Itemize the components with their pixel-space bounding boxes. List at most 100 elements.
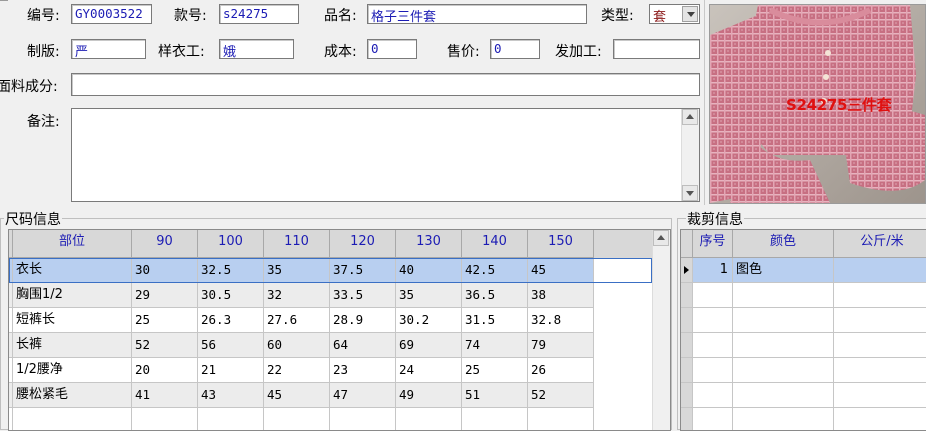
size-table-cell[interactable]: 32	[264, 283, 330, 308]
price-field[interactable]: 0	[490, 39, 540, 59]
name-field[interactable]: 格子三件套	[367, 4, 587, 24]
size-header-cell[interactable]: 110	[264, 230, 330, 258]
size-empty-cell	[396, 408, 462, 430]
size-table[interactable]: 部位 90 100 110 120 130 140 150 衣长 30 32.5 35 37.5 40 42…	[8, 229, 671, 431]
chevron-down-icon[interactable]	[682, 6, 698, 22]
sample-label: 样衣工:	[158, 44, 205, 60]
cut-empty-cell	[834, 283, 926, 308]
size-table-cell[interactable]: 胸围1/2	[13, 283, 132, 308]
no-field[interactable]: GY0003522	[71, 4, 152, 24]
cut-table-cell[interactable]: 图色	[733, 258, 834, 283]
size-header-cell[interactable]: 部位	[13, 230, 132, 258]
size-table-cell[interactable]: 60	[264, 333, 330, 358]
size-table-cell[interactable]: 23	[330, 358, 396, 383]
size-table-cell[interactable]: 43	[198, 383, 264, 408]
size-table-cell[interactable]: 45	[528, 258, 594, 283]
product-photo[interactable]: S24275三件套	[709, 4, 926, 204]
remark-scrollbar[interactable]	[681, 109, 699, 201]
process-field[interactable]	[613, 39, 700, 59]
sample-field[interactable]: 娥	[219, 39, 294, 59]
size-table-cell[interactable]: 26.3	[198, 308, 264, 333]
size-table-cell[interactable]: 35	[396, 283, 462, 308]
size-table-cell[interactable]: 52	[528, 383, 594, 408]
scroll-up-icon[interactable]	[682, 109, 698, 125]
remark-textarea[interactable]	[71, 108, 700, 202]
size-table-cell[interactable]: 49	[396, 383, 462, 408]
size-table-cell[interactable]: 32.8	[528, 308, 594, 333]
size-header-cell[interactable]: 150	[528, 230, 594, 258]
size-table-cell[interactable]: 32.5	[198, 258, 264, 283]
size-table-cell[interactable]: 52	[132, 333, 198, 358]
size-table-cell[interactable]: 27.6	[264, 308, 330, 333]
remark-label: 备注:	[27, 114, 60, 130]
size-table-cell[interactable]: 30.2	[396, 308, 462, 333]
size-header-cell[interactable]: 140	[462, 230, 528, 258]
size-table-cell[interactable]: 22	[264, 358, 330, 383]
cut-empty-cell	[733, 333, 834, 358]
style-field[interactable]: s24275	[219, 4, 299, 24]
size-table-cell[interactable]: 21	[198, 358, 264, 383]
size-table-cell[interactable]: 短裤长	[13, 308, 132, 333]
cut-table-cell[interactable]	[834, 258, 926, 283]
plate-field[interactable]: 严	[71, 39, 146, 59]
size-table-cell[interactable]: 64	[330, 333, 396, 358]
size-empty-cell	[462, 408, 528, 430]
cut-empty-cell	[733, 358, 834, 383]
size-table-cell[interactable]: 25	[132, 308, 198, 333]
size-header-cell[interactable]: 120	[330, 230, 396, 258]
size-table-cell[interactable]: 47	[330, 383, 396, 408]
fabric-field[interactable]	[71, 73, 700, 96]
size-table-cell[interactable]: 51	[462, 383, 528, 408]
size-header-cell[interactable]: 100	[198, 230, 264, 258]
size-table-cell[interactable]: 24	[396, 358, 462, 383]
size-table-cell[interactable]: 29	[132, 283, 198, 308]
size-table-cell[interactable]: 38	[528, 283, 594, 308]
cut-empty-cell	[693, 358, 733, 383]
scroll-down-icon[interactable]	[682, 185, 698, 201]
size-table-cell[interactable]: 69	[396, 333, 462, 358]
size-table-cell[interactable]: 腰松紧毛	[13, 383, 132, 408]
scroll-up-icon[interactable]	[653, 230, 669, 246]
size-table-cell[interactable]: 30	[132, 258, 198, 283]
size-table-cell[interactable]: 40	[396, 258, 462, 283]
size-table-cell[interactable]: 36.5	[462, 283, 528, 308]
size-table-cell[interactable]: 41	[132, 383, 198, 408]
size-table-cell[interactable]: 42.5	[462, 258, 528, 283]
size-table-cell[interactable]: 79	[528, 333, 594, 358]
cut-header-cell[interactable]: 序号	[693, 230, 733, 258]
size-table-cell[interactable]: 45	[264, 383, 330, 408]
size-empty-cell	[13, 408, 132, 430]
size-table-cell[interactable]: 56	[198, 333, 264, 358]
name-label: 品名:	[324, 8, 357, 24]
size-table-cell[interactable]: 30.5	[198, 283, 264, 308]
size-table-cell[interactable]: 35	[264, 258, 330, 283]
cut-table-cell[interactable]: 1	[693, 258, 733, 283]
size-table-cell[interactable]: 25	[462, 358, 528, 383]
cut-empty-cell	[733, 383, 834, 408]
size-table-cell[interactable]: 33.5	[330, 283, 396, 308]
size-header-cell[interactable]: 130	[396, 230, 462, 258]
size-empty-cell	[264, 408, 330, 430]
size-table-scrollbar[interactable]	[652, 230, 670, 430]
size-table-cell[interactable]: 37.5	[330, 258, 396, 283]
type-select[interactable]: 套	[649, 4, 700, 25]
cut-empty-cell	[693, 308, 733, 333]
size-header-cell[interactable]: 90	[132, 230, 198, 258]
cut-empty-cell	[834, 333, 926, 358]
size-table-cell[interactable]: 20	[132, 358, 198, 383]
cut-header-cell[interactable]: 颜色	[733, 230, 834, 258]
size-table-cell[interactable]: 长裤	[13, 333, 132, 358]
size-table-cell[interactable]: 1/2腰净	[13, 358, 132, 383]
size-table-cell[interactable]: 26	[528, 358, 594, 383]
size-table-cell[interactable]: 28.9	[330, 308, 396, 333]
size-empty-cell	[528, 408, 594, 430]
cost-field[interactable]: 0	[367, 39, 417, 59]
cost-label: 成本:	[324, 44, 357, 60]
cut-table[interactable]: 序号 颜色 公斤/米 1 图色	[680, 229, 926, 431]
cut-header-cell[interactable]: 公斤/米	[834, 230, 926, 258]
size-table-cell[interactable]: 74	[462, 333, 528, 358]
size-empty-cell	[132, 408, 198, 430]
size-table-cell[interactable]: 31.5	[462, 308, 528, 333]
cut-empty-cell	[693, 383, 733, 408]
size-table-cell[interactable]: 衣长	[13, 258, 132, 283]
